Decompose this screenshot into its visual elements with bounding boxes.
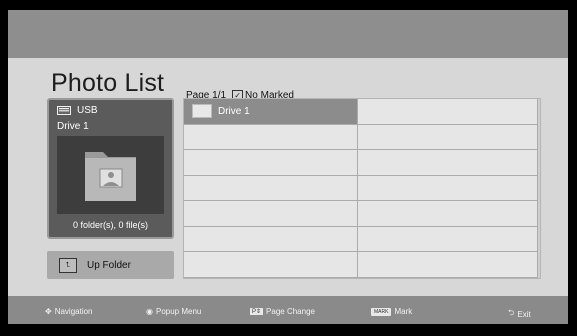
grid-cell[interactable] xyxy=(358,150,538,176)
screen: Photo List Page 1/1 ✓ No Marked USB Driv… xyxy=(8,10,568,324)
navigation-icon: ✥ xyxy=(45,307,52,316)
hint-mark: MARK Mark xyxy=(371,307,412,316)
footer-bar: ✥ Navigation ◉ Popup Menu P⇕ Page Change… xyxy=(8,296,568,324)
grid-item-drive-1[interactable]: Drive 1 xyxy=(184,99,358,125)
grid-cell[interactable] xyxy=(358,226,538,253)
page-icon: P⇕ xyxy=(250,308,264,315)
file-grid: Drive 1 xyxy=(183,98,541,279)
grid-cell[interactable] xyxy=(358,201,538,227)
grid-cell[interactable] xyxy=(184,252,358,278)
grid-cell[interactable] xyxy=(358,252,538,278)
preview-thumbnail xyxy=(57,136,164,214)
hint-navigation-label: Navigation xyxy=(54,307,93,316)
hint-exit-label: Exit xyxy=(517,309,531,319)
preview-panel: USB Drive 1 0 folder(s), 0 file(s) xyxy=(47,98,174,239)
usb-icon xyxy=(57,106,71,115)
hint-mark-label: Mark xyxy=(394,307,413,316)
grid-cell[interactable] xyxy=(184,150,358,176)
mark-icon: MARK xyxy=(371,307,392,316)
up-folder-icon: ⮤ xyxy=(59,257,77,273)
grid-cell[interactable] xyxy=(184,226,358,253)
device-label: USB xyxy=(77,105,98,116)
device-row: USB xyxy=(57,105,98,116)
photo-icon xyxy=(99,168,123,188)
hint-page-change-label: Page Change xyxy=(266,307,315,316)
folder-icon xyxy=(192,104,212,119)
hint-popup-menu: ◉ Popup Menu xyxy=(146,307,201,316)
up-folder-button[interactable]: ⮤ Up Folder xyxy=(47,251,174,279)
top-bar xyxy=(8,10,568,58)
hint-popup-menu-label: Popup Menu xyxy=(155,307,202,316)
grid-cell[interactable] xyxy=(358,175,538,202)
grid-item-label: Drive 1 xyxy=(218,105,250,117)
grid-cell[interactable] xyxy=(184,175,358,202)
ok-icon: ◉ xyxy=(146,307,153,316)
hint-navigation: ✥ Navigation xyxy=(45,307,93,316)
exit-icon: ⮌ xyxy=(508,308,515,317)
grid-cell[interactable] xyxy=(184,124,358,151)
hint-page-change: P⇕ Page Change xyxy=(250,307,315,316)
grid-cell[interactable] xyxy=(358,124,538,151)
folder-icon xyxy=(85,152,136,201)
page-title: Photo List xyxy=(51,69,165,97)
file-count: 0 folder(s), 0 file(s) xyxy=(72,220,149,230)
hint-exit: ⮌ Exit xyxy=(508,307,531,321)
drive-label: Drive 1 xyxy=(57,121,89,132)
up-folder-label: Up Folder xyxy=(87,259,131,271)
grid-cell[interactable] xyxy=(358,99,538,125)
grid-cell[interactable] xyxy=(184,201,358,227)
